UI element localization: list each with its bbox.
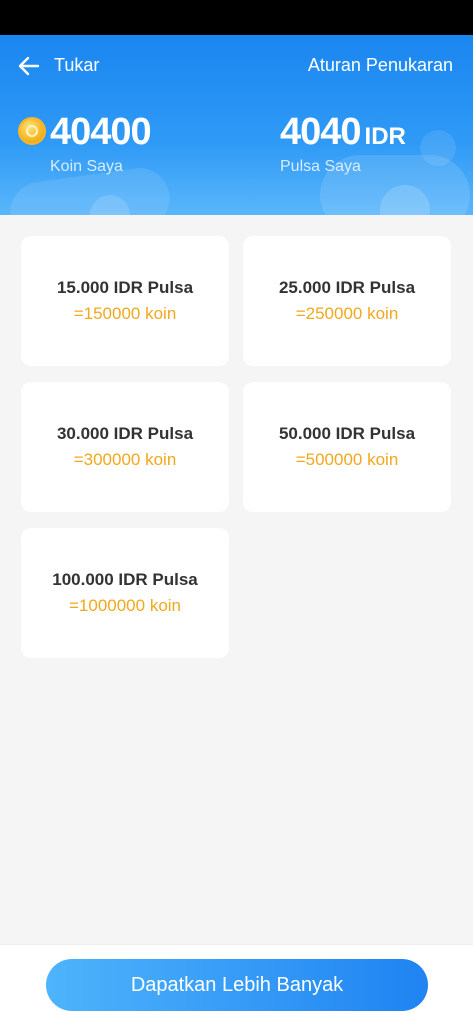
reward-cost: =300000 koin [73, 450, 177, 469]
reward-card[interactable]: 15.000 IDR Pulsa =150000 koin [21, 236, 229, 366]
top-bar: Tukar Aturan Penukaran [0, 49, 473, 83]
reward-card[interactable]: 25.000 IDR Pulsa =250000 koin [243, 236, 451, 366]
header-decoration [420, 130, 456, 166]
reward-amount: 15.000 IDR Pulsa [56, 278, 194, 297]
coin-balance: 40400 [50, 111, 152, 153]
get-more-button[interactable]: Dapatkan Lebih Banyak [46, 959, 428, 1011]
reward-amount: 50.000 IDR Pulsa [278, 424, 416, 443]
reward-cost: =250000 koin [295, 304, 399, 323]
reward-amount: 25.000 IDR Pulsa [278, 278, 416, 297]
bottom-bar: Dapatkan Lebih Banyak [0, 944, 473, 1024]
status-bar [0, 0, 473, 35]
page-title: Tukar [54, 55, 100, 75]
reward-card[interactable]: 30.000 IDR Pulsa =300000 koin [21, 382, 229, 512]
coin-balance-label: Koin Saya [50, 158, 123, 175]
reward-amount: 100.000 IDR Pulsa [52, 570, 198, 589]
reward-amount: 30.000 IDR Pulsa [56, 424, 194, 443]
back-arrow-icon [18, 56, 40, 76]
reward-card[interactable]: 100.000 IDR Pulsa =1000000 koin [21, 528, 229, 658]
pulsa-balance-label: Pulsa Saya [280, 158, 361, 175]
reward-cost: =150000 koin [73, 304, 177, 323]
reward-cost: =500000 koin [295, 450, 399, 469]
exchange-rules-link[interactable]: Aturan Penukaran [308, 55, 453, 76]
pulsa-balance-value: 4040 [280, 111, 362, 153]
reward-cost: =1000000 koin [68, 596, 182, 615]
coin-icon [18, 117, 46, 145]
pulsa-balance: 4040 IDR [280, 111, 406, 154]
reward-card[interactable]: 50.000 IDR Pulsa =500000 koin [243, 382, 451, 512]
header: Tukar Aturan Penukaran 40400 Koin Saya 4… [0, 35, 473, 215]
back-button[interactable] [14, 51, 44, 81]
pulsa-balance-unit: IDR [364, 123, 406, 150]
